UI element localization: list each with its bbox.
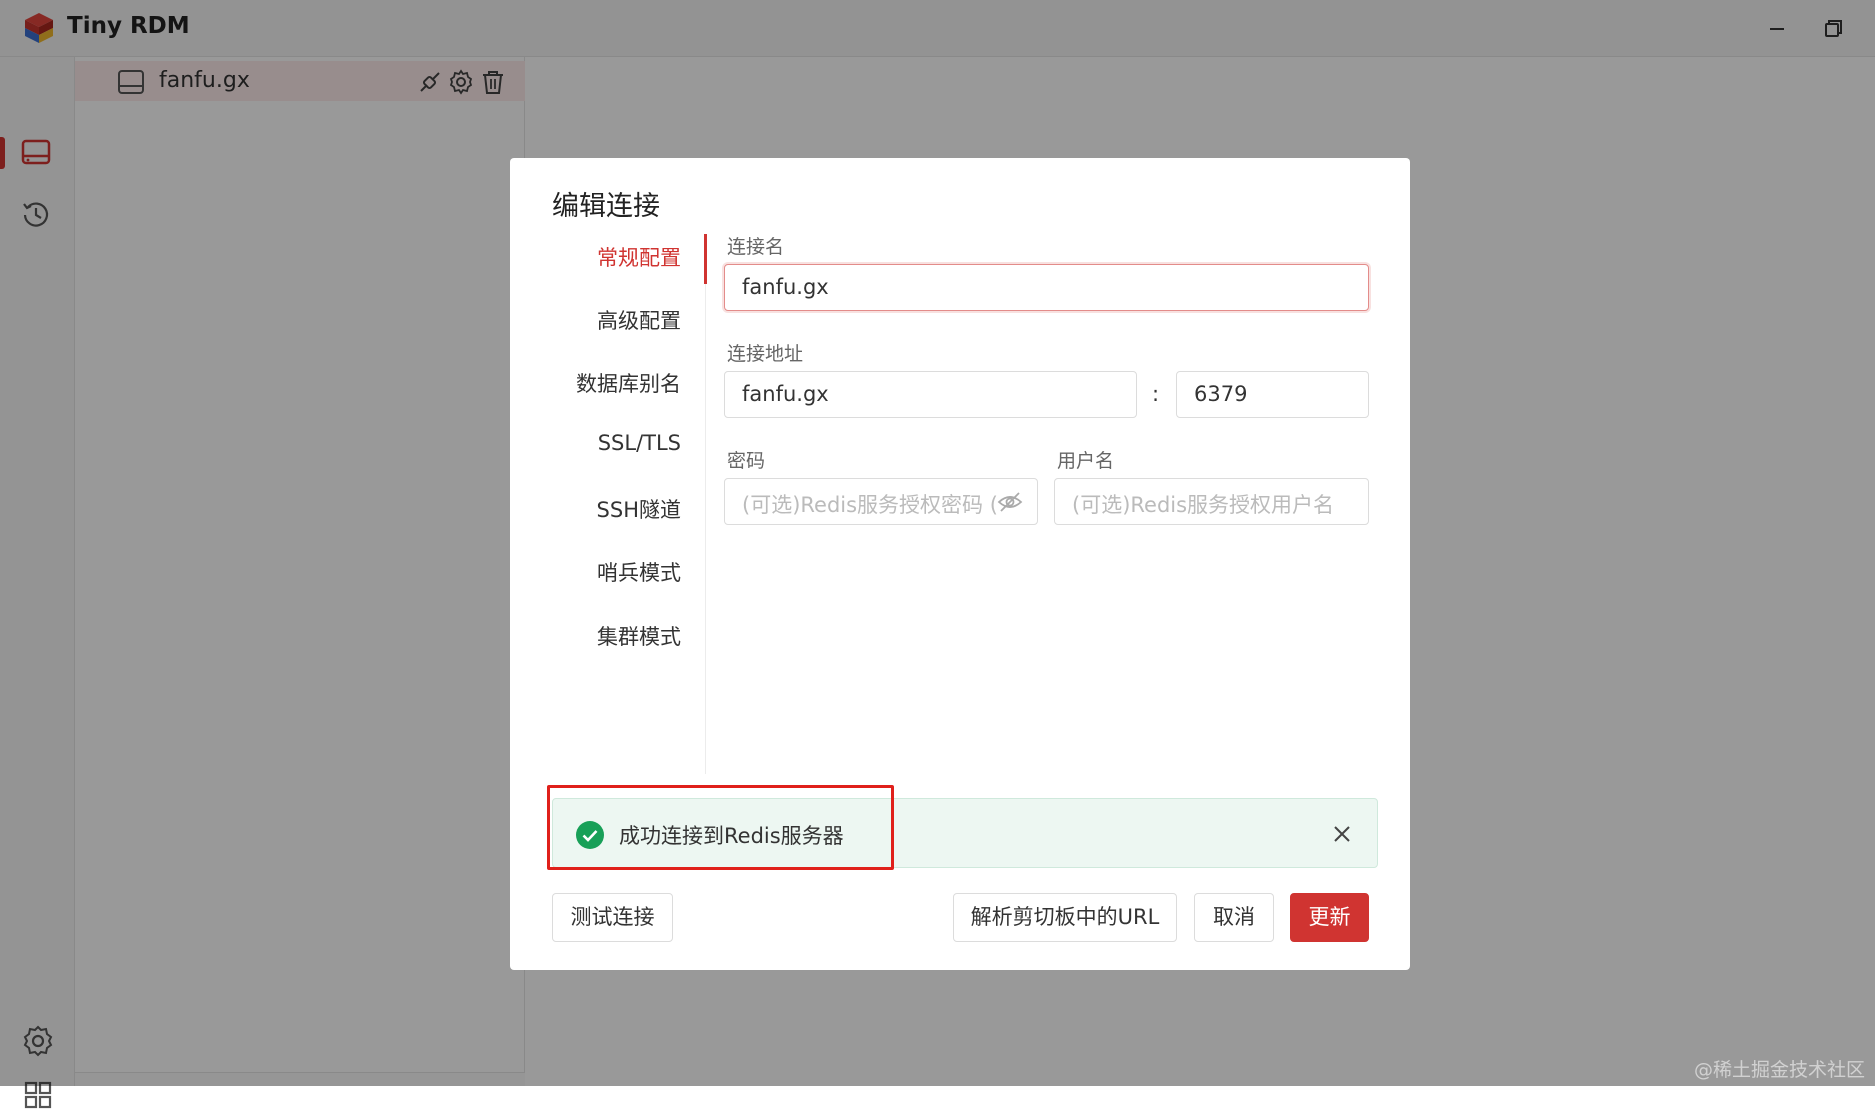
- watermark: @稀土掘金技术社区: [1694, 1055, 1865, 1082]
- connection-address-label: 连接地址: [727, 339, 803, 366]
- alert-message: 成功连接到Redis服务器: [619, 820, 844, 850]
- edit-connection-dialog: 编辑连接 常规配置 高级配置 数据库别名 SSL/TLS SSH隧道 哨兵模式 …: [510, 158, 1410, 970]
- update-button[interactable]: 更新: [1290, 893, 1369, 942]
- tab-general[interactable]: 常规配置: [510, 242, 705, 272]
- username-input[interactable]: (可选)Redis服务授权用户名: [1054, 478, 1369, 525]
- tab-cluster[interactable]: 集群模式: [510, 621, 705, 651]
- check-circle-icon: [575, 820, 605, 850]
- port-input[interactable]: 6379: [1176, 371, 1369, 418]
- username-label: 用户名: [1057, 446, 1114, 473]
- tab-db-alias[interactable]: 数据库别名: [510, 368, 705, 398]
- dialog-title: 编辑连接: [552, 184, 660, 223]
- connection-name-input[interactable]: fanfu.gx: [724, 264, 1369, 311]
- connection-name-label: 连接名: [727, 232, 784, 259]
- tab-advanced[interactable]: 高级配置: [510, 305, 705, 335]
- host-port-separator: :: [1152, 382, 1159, 406]
- cancel-button[interactable]: 取消: [1194, 893, 1274, 942]
- password-placeholder: (可选)Redis服务授权密码 (: [742, 493, 998, 517]
- dialog-side-nav: 常规配置 高级配置 数据库别名 SSL/TLS SSH隧道 哨兵模式 集群模式: [510, 234, 705, 774]
- password-input[interactable]: (可选)Redis服务授权密码 (: [724, 478, 1038, 525]
- tab-ssh-tunnel[interactable]: SSH隧道: [510, 494, 705, 524]
- parse-clipboard-url-button[interactable]: 解析剪切板中的URL: [953, 893, 1177, 942]
- username-placeholder: (可选)Redis服务授权用户名: [1072, 493, 1334, 517]
- modal-overlay: 编辑连接 常规配置 高级配置 数据库别名 SSL/TLS SSH隧道 哨兵模式 …: [0, 0, 1875, 1086]
- nav-divider: [705, 234, 706, 774]
- nav-active-indicator: [704, 234, 707, 284]
- eye-off-icon[interactable]: [997, 489, 1023, 515]
- close-icon[interactable]: [1329, 821, 1355, 847]
- password-label: 密码: [727, 446, 765, 473]
- host-input[interactable]: fanfu.gx: [724, 371, 1137, 418]
- success-alert: 成功连接到Redis服务器: [552, 798, 1378, 868]
- tab-sentinel[interactable]: 哨兵模式: [510, 557, 705, 587]
- test-connection-button[interactable]: 测试连接: [552, 893, 673, 942]
- tab-ssl-tls[interactable]: SSL/TLS: [510, 431, 705, 455]
